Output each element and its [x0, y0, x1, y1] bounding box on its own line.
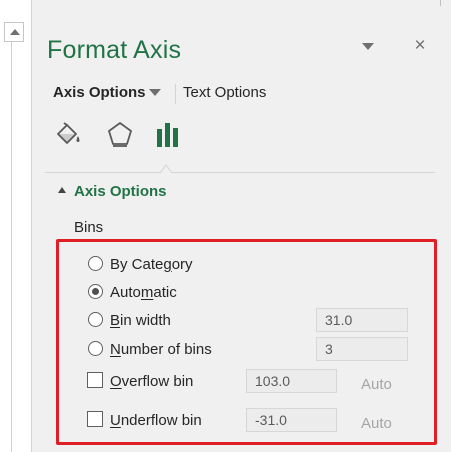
underflow-auto-button[interactable]: Auto [361, 415, 392, 432]
automatic-label[interactable]: Automatic [110, 284, 177, 301]
overflow-bin-field[interactable]: 103.0 [246, 369, 337, 393]
close-icon[interactable]: × [412, 36, 428, 55]
overflow-bin-label[interactable]: Overflow bin [110, 373, 193, 390]
number-of-bins-radio[interactable] [88, 341, 103, 356]
bin-width-label[interactable]: Bin width [110, 312, 171, 329]
section-divider [45, 172, 435, 173]
by-category-label[interactable]: By Category [110, 256, 193, 273]
chevron-down-icon[interactable] [149, 89, 161, 96]
underflow-bin-label[interactable]: Underflow bin [110, 412, 202, 429]
number-of-bins-label[interactable]: Number of bins [110, 341, 212, 358]
overflow-auto-button[interactable]: Auto [361, 376, 392, 393]
tab-axis-options[interactable]: Axis Options [53, 84, 146, 101]
bins-label: Bins [74, 219, 104, 236]
underflow-bin-field[interactable]: -31.0 [246, 408, 337, 432]
left-scrollbar[interactable] [0, 0, 32, 452]
bin-width-field[interactable]: 31.0 [316, 308, 408, 332]
axis-options-icon[interactable] [151, 117, 185, 151]
by-category-radio[interactable] [88, 256, 103, 271]
underflow-bin-checkbox[interactable] [87, 411, 103, 427]
scroll-up-button[interactable] [4, 22, 24, 42]
pane-title: Format Axis [47, 36, 182, 64]
automatic-radio[interactable] [88, 284, 103, 299]
effects-icon[interactable] [103, 117, 137, 151]
overflow-bin-checkbox[interactable] [87, 372, 103, 388]
chevron-down-icon[interactable] [362, 43, 374, 50]
scroll-track[interactable] [11, 42, 12, 452]
arrow-up-icon [10, 29, 20, 35]
collapse-triangle-icon[interactable] [58, 187, 66, 193]
section-axis-options[interactable]: Axis Options [74, 183, 167, 200]
tab-text-options[interactable]: Text Options [183, 84, 266, 101]
bin-width-radio[interactable] [88, 312, 103, 327]
number-of-bins-field[interactable]: 3 [316, 337, 408, 361]
tab-divider [175, 84, 176, 104]
fill-line-icon[interactable] [51, 117, 85, 151]
selected-tab-caret [160, 164, 172, 173]
